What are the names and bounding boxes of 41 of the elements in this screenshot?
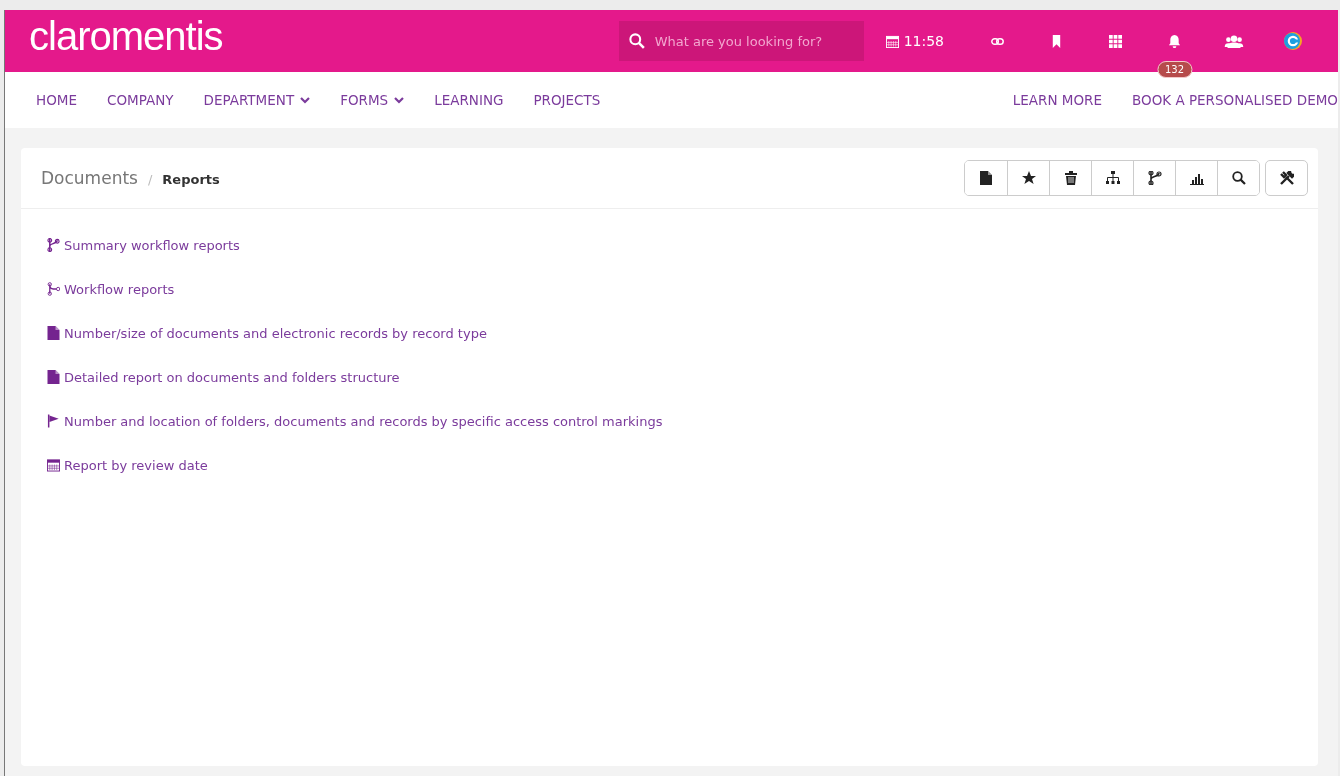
flag-icon: [47, 414, 60, 428]
workflow-icon: [47, 282, 60, 296]
report-link[interactable]: Summary workflow reports: [64, 237, 240, 253]
branch-icon: [47, 238, 60, 252]
bar-chart-icon: [1189, 171, 1204, 185]
nav-link[interactable]: PROJECTS: [518, 92, 616, 108]
report-link[interactable]: Number/size of documents and electronic records by record type: [64, 325, 487, 341]
tools-icon: [1279, 171, 1294, 185]
report-link[interactable]: Detailed report on documents and folders structure: [64, 369, 400, 385]
breadcrumb-current: Reports: [162, 172, 220, 187]
branch-icon: [1147, 171, 1162, 185]
report-link[interactable]: Number and location of folders, documents and records by specific access control markings: [64, 413, 663, 429]
star-icon: [1021, 171, 1036, 185]
breadcrumb-link[interactable]: Documents: [41, 168, 138, 188]
toolbar-button[interactable]: [1217, 161, 1259, 195]
breadcrumb-separator: /: [147, 172, 153, 187]
nav-link[interactable]: LEARNING: [419, 92, 519, 108]
search-icon: [1231, 171, 1246, 185]
time-text: 11:58: [903, 33, 944, 49]
tools-button[interactable]: [1265, 160, 1308, 196]
document-icon: [47, 326, 60, 340]
report-link[interactable]: Workflow reports: [64, 281, 175, 297]
document-icon: [979, 171, 993, 185]
notification-badge: 132: [1156, 60, 1193, 78]
nav-link[interactable]: FORMS: [325, 92, 420, 108]
calendar-icon: [47, 458, 60, 472]
nav-link[interactable]: HOME: [21, 92, 92, 108]
sitemap-icon: [1105, 171, 1120, 185]
calendar-icon: [885, 34, 899, 48]
caret-icon: [300, 96, 311, 104]
report-link[interactable]: Report by review date: [64, 457, 208, 473]
search-icon: [628, 33, 645, 49]
caret-icon: [394, 96, 405, 104]
logo[interactable]: claromentis: [29, 16, 223, 56]
nav-link[interactable]: BOOK A PERSONALISED DEMO: [1117, 92, 1338, 108]
nav-link[interactable]: DEPARTMENT: [188, 92, 326, 108]
nav-link[interactable]: LEARN MORE: [997, 92, 1117, 108]
nav-link[interactable]: COMPANY: [91, 92, 189, 108]
document-icon: [47, 370, 60, 384]
search-field[interactable]: What are you looking for?: [618, 21, 864, 61]
trash-icon: [1063, 171, 1078, 185]
